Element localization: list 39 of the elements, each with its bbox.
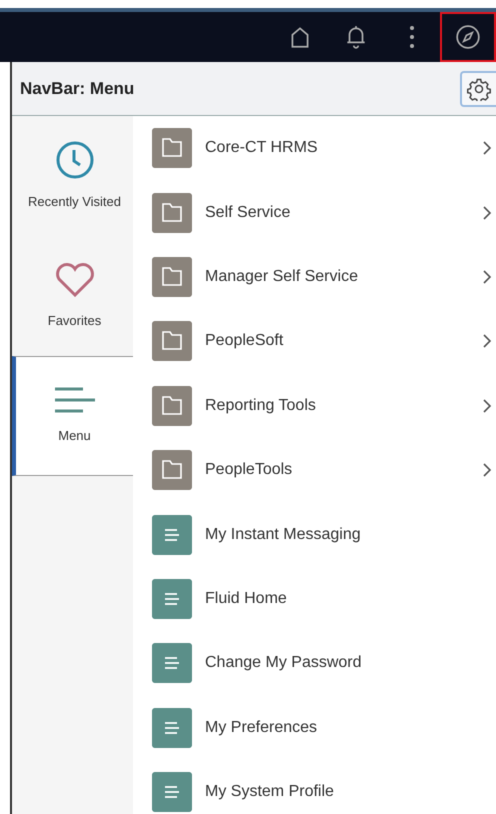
compass-button[interactable]: [440, 12, 496, 62]
menu-item[interactable]: Reporting Tools: [133, 374, 496, 438]
chevron-icon: [482, 333, 492, 350]
chevron-icon: [482, 140, 492, 156]
compass-icon: [455, 24, 481, 50]
folder-icon: [152, 128, 192, 168]
menu-item[interactable]: Manager Self Service: [133, 244, 496, 310]
folder-icon: [152, 321, 192, 362]
menu-item[interactable]: PeopleTools: [133, 438, 496, 502]
menu-item[interactable]: Core-CT HRMS: [133, 116, 496, 180]
menu-item[interactable]: My Preferences: [133, 696, 496, 760]
clock-icon: [54, 140, 94, 180]
chevron-icon: [482, 268, 492, 285]
sidebar-tab[interactable]: Menu: [12, 356, 133, 476]
settings-icon: [467, 76, 491, 100]
panel-title: NavBar: Menu: [20, 78, 134, 100]
menu-item[interactable]: Change My Password: [133, 631, 496, 696]
chevron-icon: [482, 398, 492, 414]
menu-item[interactable]: My Instant Messaging: [133, 502, 496, 567]
chevron-icon: [482, 204, 492, 221]
menu-item[interactable]: PeopleSoft: [133, 309, 496, 374]
folder-icon: [152, 256, 192, 297]
folder-icon: [152, 386, 192, 426]
chevron-icon: [482, 462, 492, 478]
settings-button[interactable]: [460, 70, 496, 106]
menu-item[interactable]: Fluid Home: [133, 566, 496, 632]
lines-icon: [152, 578, 192, 619]
sidebar-tab[interactable]: Recently Visited: [12, 116, 133, 236]
menu-item[interactable]: Self Service: [133, 180, 496, 245]
more-icon: [409, 24, 415, 50]
lines-icon: [152, 643, 192, 684]
sidebar-tab[interactable]: Favorites: [12, 236, 133, 356]
menu-item[interactable]: My System Profile: [133, 760, 496, 814]
lines-icon: [152, 514, 192, 555]
lines-icon: [152, 708, 192, 748]
folder-icon: [152, 450, 192, 490]
heart-icon: [54, 261, 96, 300]
folder-icon: [152, 192, 192, 233]
menu-icon: [54, 386, 96, 414]
